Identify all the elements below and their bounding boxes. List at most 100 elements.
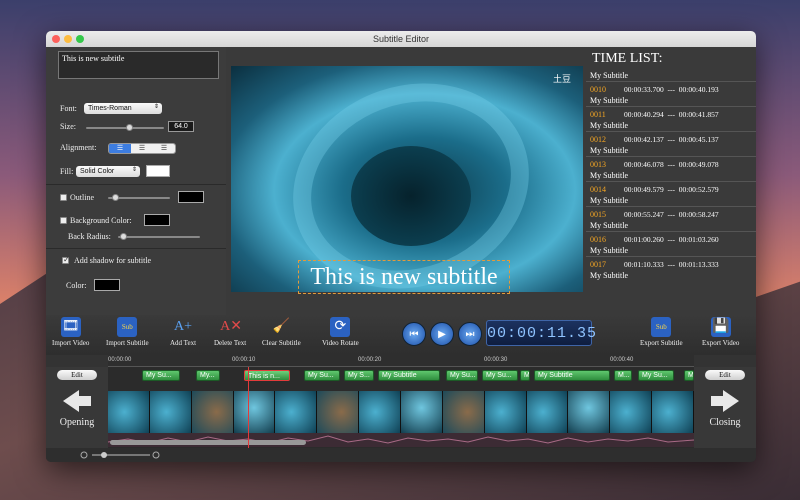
row-end-time: 00:00:52.579 [678, 185, 719, 194]
subtitle-clip[interactable]: My Su... [304, 370, 340, 381]
import-subtitle-button[interactable]: Sub Import Subtitle [106, 317, 149, 347]
closing-edit-button[interactable]: Edit [705, 370, 745, 380]
subtitle-clip[interactable]: My Subtitle [534, 370, 610, 381]
time-list-row[interactable]: 0011 00:00:40.294 --- 00:00:41.857 My Subt… [586, 106, 756, 131]
time-list-row[interactable]: 0013 00:00:46.078 --- 00:00:49.078 My Subt… [586, 156, 756, 181]
subtitle-clip[interactable]: My Su... [638, 370, 674, 381]
time-list-row[interactable]: 0014 00:00:49.579 --- 00:00:52.579 My Subt… [586, 181, 756, 206]
film-frame [484, 391, 527, 433]
subtitle-clip[interactable]: My S... [344, 370, 374, 381]
ruler-tick: 00:00:00 [108, 357, 132, 363]
outline-color-swatch[interactable] [178, 191, 204, 203]
time-list-row[interactable]: 0010 00:00:33.700 --- 00:00:40.193 My Subt… [586, 81, 756, 106]
row-name: My Subtitle [590, 196, 629, 205]
subtitle-clip[interactable]: My Su... [446, 370, 478, 381]
row-number: 0013 [590, 160, 606, 169]
export-video-button[interactable]: 💾 Export Video [702, 317, 739, 347]
subtitle-clip[interactable]: M [684, 370, 694, 381]
size-value-field[interactable]: 64.0 [168, 121, 194, 132]
align-left-icon[interactable]: ☰ [109, 144, 131, 153]
row-number: 0010 [590, 85, 606, 94]
selected-subtitle-clip[interactable]: This is n... [244, 370, 290, 381]
clear-subtitle-button[interactable]: 🧹 Clear Subtitle [262, 317, 301, 347]
timeline-ruler[interactable]: 00:00:00 00:00:10 00:00:20 00:00:30 00:0… [108, 355, 694, 367]
video-filmstrip[interactable] [108, 391, 694, 433]
close-window-button[interactable] [52, 35, 60, 43]
film-frame [568, 391, 611, 433]
outline-slider-knob[interactable] [112, 194, 119, 201]
time-list-row[interactable]: 0012 00:00:42.137 --- 00:00:45.137 My Subt… [586, 131, 756, 156]
back-radius-slider-knob[interactable] [120, 233, 127, 240]
shadow-checkbox[interactable] [62, 255, 70, 264]
size-slider-knob[interactable] [125, 124, 133, 131]
playhead[interactable] [248, 367, 249, 448]
import-video-label: Import Video [52, 339, 90, 347]
delete-text-button[interactable]: A✕ Delete Text [214, 317, 246, 347]
row-name: My Subtitle [590, 246, 629, 255]
delete-text-icon: A✕ [220, 319, 242, 334]
outline-slider[interactable] [108, 194, 170, 201]
row-end-time: 00:01:03.260 [678, 235, 719, 244]
arrow-right-icon[interactable] [709, 388, 741, 414]
row-times: 00:00:46.078 --- 00:00:49.078 [624, 160, 719, 169]
import-video-button[interactable]: 🎞 Import Video [52, 317, 89, 347]
alignment-label: Alignment: [60, 143, 97, 152]
subtitle-text-field[interactable]: This is new subtitle [58, 51, 219, 79]
zoom-window-button[interactable] [76, 35, 84, 43]
subtitle-clip[interactable]: M... [614, 370, 632, 381]
subtitle-clip[interactable]: My Su... [482, 370, 518, 381]
export-subtitle-button[interactable]: Sub Export Subtitle [640, 317, 683, 347]
align-right-icon[interactable]: ☰ [153, 144, 175, 153]
row-number: 0014 [590, 185, 606, 194]
timeline-tracks[interactable]: My Su... My... This is n... My Su... My S...… [108, 367, 694, 448]
opening-edit-button[interactable]: Edit [57, 370, 97, 380]
video-rotate-button[interactable]: ⟳ Video Rotate [322, 317, 359, 347]
background-color-swatch[interactable] [144, 214, 170, 226]
arrow-left-icon[interactable] [61, 388, 93, 414]
subtitle-clip[interactable]: My Su... [142, 370, 180, 381]
row-name: My Subtitle [590, 121, 629, 130]
background-color-checkbox[interactable] [60, 217, 67, 224]
background-color-label: Background Color: [70, 216, 132, 225]
fill-select[interactable]: Solid Color ⇕ [76, 166, 140, 177]
row-times: 00:00:55.247 --- 00:00:58.247 [624, 210, 719, 219]
film-frame [442, 391, 485, 433]
minimize-window-button[interactable] [64, 35, 72, 43]
time-list-row[interactable]: 0016 00:01:00.260 --- 00:01:03.260 My Subt… [586, 231, 756, 256]
subtitle-clip[interactable]: My Subtitle [378, 370, 440, 381]
subtitle-clip[interactable]: M [520, 370, 530, 381]
timeline-scrollbar[interactable] [110, 440, 306, 445]
align-center-icon[interactable]: ☰ [131, 144, 153, 153]
row-start-time: 00:00:42.137 [624, 135, 664, 144]
subtitle-clip[interactable]: My... [196, 370, 220, 381]
time-list-row[interactable]: 0015 00:00:55.247 --- 00:00:58.247 My Subt… [586, 206, 756, 231]
fill-color-swatch[interactable] [146, 165, 170, 177]
row-name: My Subtitle [590, 96, 629, 105]
select-arrow-icon: ⇕ [131, 167, 137, 173]
time-list-title: TIME LIST: [592, 51, 663, 66]
next-button[interactable]: ⏭ [458, 322, 482, 346]
time-list-row[interactable]: 0017 00:01:10.333 --- 00:01:13.333 My Subt… [586, 256, 756, 281]
subtitle-import-icon: Sub [117, 317, 138, 337]
play-button[interactable]: ▶ [430, 322, 454, 346]
outline-checkbox[interactable] [60, 194, 67, 201]
add-text-button[interactable]: A+ Add Text [170, 317, 196, 347]
font-select[interactable]: Times-Roman ⇕ [84, 103, 162, 114]
back-radius-slider[interactable] [118, 233, 200, 240]
row-name: My Subtitle [590, 221, 629, 230]
status-bar [46, 448, 756, 462]
size-slider[interactable] [86, 124, 164, 131]
ruler-tick: 00:00:30 [484, 357, 508, 363]
subtitle-overlay-text[interactable]: This is new subtitle [298, 260, 510, 294]
zoom-slider[interactable] [80, 451, 160, 459]
closing-label: Closing [709, 417, 741, 428]
video-frame[interactable]: 土豆 [231, 66, 583, 292]
size-label: Size: [60, 122, 76, 131]
fill-label: Fill: [60, 167, 74, 176]
previous-button[interactable]: ⏮ [402, 322, 426, 346]
film-frame [359, 391, 402, 433]
row-separator: --- [667, 110, 676, 119]
shadow-color-swatch[interactable] [94, 279, 120, 291]
film-frame [275, 391, 318, 433]
row-number: 0016 [590, 235, 606, 244]
